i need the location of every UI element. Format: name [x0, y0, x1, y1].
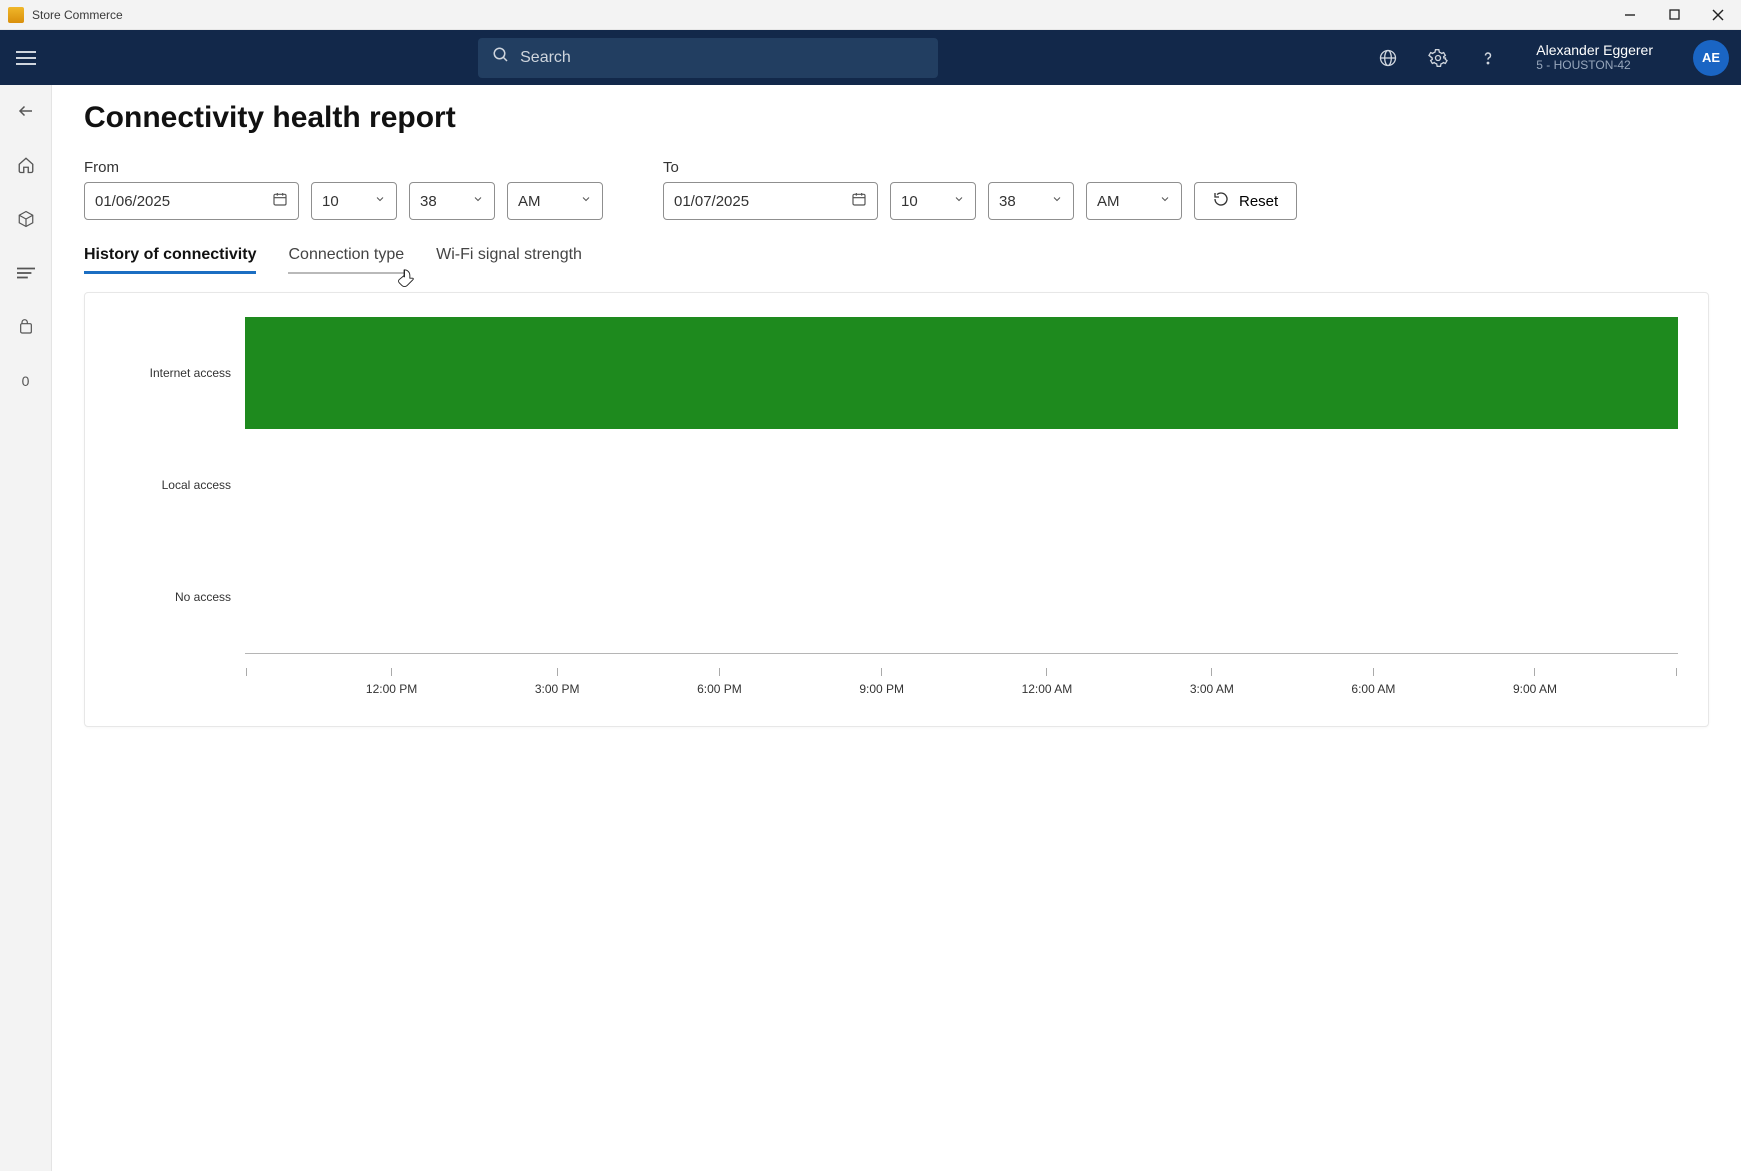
chevron-down-icon	[472, 192, 484, 210]
from-date-input[interactable]: 01/06/2025	[84, 182, 299, 220]
window-close-button[interactable]	[1709, 6, 1727, 24]
help-icon[interactable]	[1476, 46, 1500, 70]
search-icon	[492, 46, 520, 69]
y-cat-none: No access	[115, 541, 245, 653]
tab-connection-type[interactable]: Connection type	[288, 246, 404, 274]
avatar[interactable]: AE	[1693, 40, 1729, 76]
x-tick-0: 12:00 PM	[366, 668, 417, 696]
to-min-select[interactable]: 38	[988, 182, 1074, 220]
home-icon[interactable]	[14, 153, 38, 177]
x-tick-5: 3:00 AM	[1190, 668, 1234, 696]
window-minimize-button[interactable]	[1621, 6, 1639, 24]
window-titlebar: Store Commerce	[0, 0, 1741, 30]
to-label: To	[663, 159, 1297, 176]
content-area: Connectivity health report From 01/06/20…	[52, 85, 1741, 1171]
x-tick-6: 6:00 AM	[1351, 668, 1395, 696]
reset-label: Reset	[1239, 193, 1278, 210]
list-icon[interactable]	[14, 261, 38, 285]
box-icon[interactable]	[14, 207, 38, 231]
bar-fill-internet	[245, 317, 1678, 429]
sidebar: 0	[0, 85, 52, 1171]
chevron-down-icon	[374, 192, 386, 210]
from-group: From 01/06/2025 10	[84, 159, 603, 220]
search-placeholder: Search	[520, 49, 571, 67]
chart-plot: Internet access Local access No access	[115, 317, 1678, 654]
calendar-icon	[851, 191, 867, 212]
to-group: To 01/07/2025 10 3	[663, 159, 1297, 220]
x-tick-1: 3:00 PM	[535, 668, 580, 696]
from-ampm-select[interactable]: AM	[507, 182, 603, 220]
app-header: Search Alexander Eggerer 5 - HOUSTON-42 …	[0, 30, 1741, 85]
to-ampm-select[interactable]: AM	[1086, 182, 1182, 220]
window-maximize-button[interactable]	[1665, 6, 1683, 24]
tabs: History of connectivity Connection type …	[84, 246, 1709, 274]
reset-icon	[1213, 191, 1229, 211]
app-title: Store Commerce	[32, 8, 123, 22]
x-axis: . 12:00 PM 3:00 PM 6:00 PM 9:00 PM 12:00…	[245, 668, 1678, 696]
tab-wifi-strength[interactable]: Wi-Fi signal strength	[436, 246, 582, 274]
chevron-down-icon	[1159, 192, 1171, 210]
x-tick-2: 6:00 PM	[697, 668, 742, 696]
x-tick-start: .	[245, 668, 248, 696]
user-name: Alexander Eggerer	[1536, 43, 1653, 58]
to-date-value: 01/07/2025	[674, 193, 749, 210]
chevron-down-icon	[953, 192, 965, 210]
bar-no-access	[245, 541, 1678, 653]
page-title: Connectivity health report	[84, 101, 1709, 135]
chart-card: Internet access Local access No access .…	[84, 292, 1709, 727]
tab-history[interactable]: History of connectivity	[84, 246, 256, 274]
menu-button[interactable]	[12, 44, 40, 72]
user-substation: 5 - HOUSTON-42	[1536, 58, 1630, 72]
chevron-down-icon	[1051, 192, 1063, 210]
x-tick-3: 9:00 PM	[859, 668, 904, 696]
y-cat-local: Local access	[115, 429, 245, 541]
bar-internet-access	[245, 317, 1678, 429]
from-hour-select[interactable]: 10	[311, 182, 397, 220]
x-tick-4: 12:00 AM	[1022, 668, 1073, 696]
back-icon[interactable]	[14, 99, 38, 123]
globe-icon[interactable]	[1376, 46, 1400, 70]
gear-icon[interactable]	[1426, 46, 1450, 70]
reset-button[interactable]: Reset	[1194, 182, 1297, 220]
to-date-input[interactable]: 01/07/2025	[663, 182, 878, 220]
from-label: From	[84, 159, 603, 176]
user-block[interactable]: Alexander Eggerer 5 - HOUSTON-42	[1536, 43, 1653, 73]
calendar-icon	[272, 191, 288, 212]
search-input[interactable]: Search	[478, 38, 938, 78]
sidebar-zero[interactable]: 0	[14, 369, 38, 393]
bag-icon[interactable]	[14, 315, 38, 339]
from-date-value: 01/06/2025	[95, 193, 170, 210]
chevron-down-icon	[580, 192, 592, 210]
from-min-select[interactable]: 38	[409, 182, 495, 220]
y-cat-internet: Internet access	[115, 317, 245, 429]
x-tick-end: .	[1675, 668, 1678, 696]
x-tick-7: 9:00 AM	[1513, 668, 1557, 696]
bar-local-access	[245, 429, 1678, 541]
to-hour-select[interactable]: 10	[890, 182, 976, 220]
app-icon	[8, 7, 24, 23]
